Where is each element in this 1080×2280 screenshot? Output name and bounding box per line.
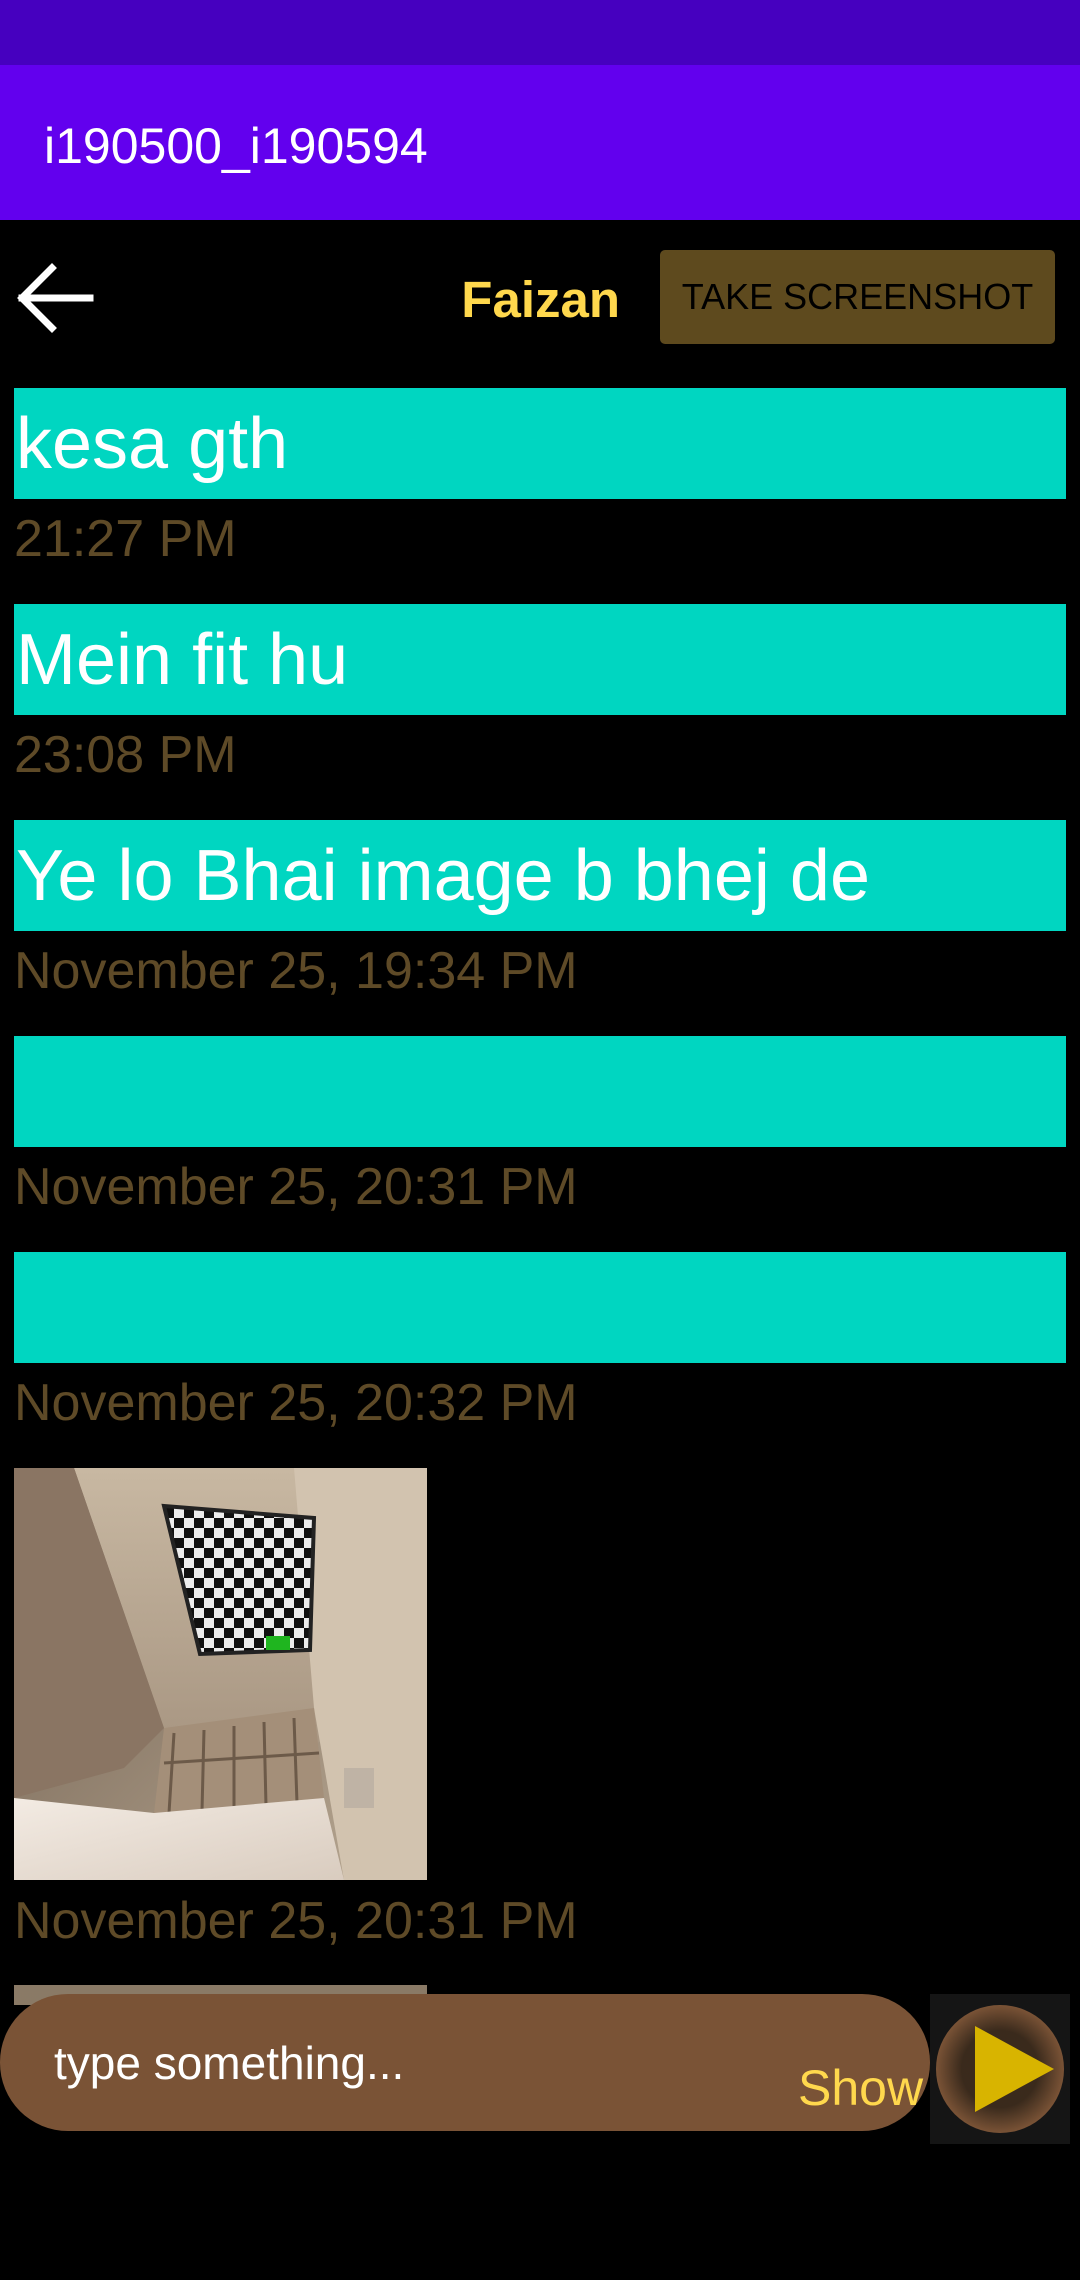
contact-name: Faizan bbox=[461, 271, 620, 328]
message-bubble[interactable]: Ye lo Bhai image b bhej de bbox=[14, 820, 1066, 931]
message-bubble[interactable]: kesa gth bbox=[14, 388, 1066, 499]
room-photo bbox=[14, 1468, 427, 1880]
message-bubble[interactable] bbox=[14, 1036, 1066, 1147]
message-text: Mein fit hu bbox=[16, 620, 349, 700]
arrow-left-icon bbox=[17, 263, 94, 333]
message-text: Ye lo Bhai image b bhej de bbox=[16, 836, 870, 916]
app-title: i190500_i190594 bbox=[44, 118, 428, 174]
message-timestamp: November 25, 20:32 PM bbox=[14, 1374, 578, 1432]
message-timestamp: November 25, 19:34 PM bbox=[14, 942, 578, 1000]
message-timestamp: 23:08 PM bbox=[14, 726, 237, 784]
image-message[interactable] bbox=[14, 1468, 427, 1880]
message-timestamp: November 25, 20:31 PM bbox=[14, 1892, 578, 1950]
show-button[interactable]: Show bbox=[798, 2058, 930, 2118]
message-text: kesa gth bbox=[16, 404, 289, 484]
message-timestamp: November 25, 20:31 PM bbox=[14, 1158, 578, 1216]
play-send-icon bbox=[936, 2005, 1064, 2133]
send-button[interactable] bbox=[930, 1994, 1070, 2144]
take-screenshot-button[interactable]: TAKE SCREENSHOT bbox=[660, 250, 1055, 344]
message-bubble[interactable] bbox=[14, 1252, 1066, 1363]
back-button[interactable] bbox=[14, 258, 94, 338]
status-bar bbox=[0, 0, 1080, 65]
message-bubble[interactable]: Mein fit hu bbox=[14, 604, 1066, 715]
message-timestamp: 21:27 PM bbox=[14, 510, 237, 568]
message-input[interactable] bbox=[54, 2030, 754, 2096]
